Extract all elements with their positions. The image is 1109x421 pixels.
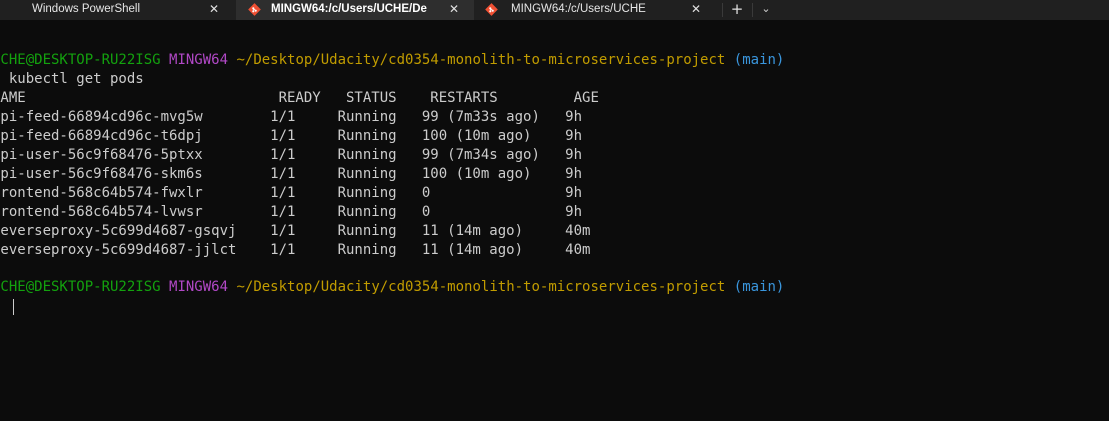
table-row: reverseproxy-5c699d4687-gsqvj 1/1 Runnin… xyxy=(0,223,591,239)
tab-mingw64-active[interactable]: MINGW64:/c/Users/UCHE/De ✕ xyxy=(236,0,474,20)
prompt-branch: (main) xyxy=(733,52,785,68)
terminal-output[interactable]: UCHE@DESKTOP-RU22ISG MINGW64 ~/Desktop/U… xyxy=(0,20,1109,421)
git-icon xyxy=(248,3,261,16)
new-tab-button[interactable]: + xyxy=(725,0,749,20)
table-header: NAME READY STATUS RESTARTS AGE xyxy=(0,90,599,106)
prompt-line: UCHE@DESKTOP-RU22ISG MINGW64 ~/Desktop/U… xyxy=(0,51,784,70)
input-prompt: $ xyxy=(0,297,9,316)
table-row: frontend-568c64b574-lvwsr 1/1 Running 0 … xyxy=(0,204,583,220)
tab-windows-powershell[interactable]: Windows PowerShell ✕ xyxy=(0,0,230,20)
prompt-system: MINGW64 xyxy=(169,279,229,295)
prompt-line: UCHE@DESKTOP-RU22ISG MINGW64 ~/Desktop/U… xyxy=(0,278,784,297)
tab-divider xyxy=(722,3,723,17)
prompt-system: MINGW64 xyxy=(169,52,229,68)
git-icon xyxy=(485,3,498,16)
table-row: api-feed-66894cd96c-t6dpj 1/1 Running 10… xyxy=(0,128,583,144)
close-icon[interactable]: ✕ xyxy=(206,1,222,17)
tab-divider xyxy=(752,3,753,17)
prompt-path: ~/Desktop/Udacity/cd0354-monolith-to-mic… xyxy=(236,279,726,295)
prompt-user: UCHE@DESKTOP-RU22ISG xyxy=(0,52,161,68)
tab-title: Windows PowerShell xyxy=(32,3,141,15)
table-row: api-user-56c9f68476-5ptxx 1/1 Running 99… xyxy=(0,147,583,163)
tab-title: MINGW64:/c/Users/UCHE xyxy=(511,3,646,15)
close-icon[interactable]: ✕ xyxy=(446,1,462,17)
text-cursor xyxy=(13,299,14,315)
table-row: reverseproxy-5c699d4687-jjlct 1/1 Runnin… xyxy=(0,242,591,258)
table-row: api-feed-66894cd96c-mvg5w 1/1 Running 99… xyxy=(0,109,583,125)
prompt-user: UCHE@DESKTOP-RU22ISG xyxy=(0,279,161,295)
tab-mingw64[interactable]: MINGW64:/c/Users/UCHE ✕ xyxy=(476,0,716,20)
tab-bar: Windows PowerShell ✕ MINGW64:/c/Users/UC… xyxy=(0,0,1109,20)
tab-title: MINGW64:/c/Users/UCHE/De xyxy=(271,3,427,15)
command-line: $ kubectl get pods xyxy=(0,71,144,87)
close-icon[interactable]: ✕ xyxy=(688,1,704,17)
chevron-down-icon[interactable]: ⌄ xyxy=(757,0,775,20)
table-row: api-user-56c9f68476-skm6s 1/1 Running 10… xyxy=(0,166,583,182)
prompt-branch: (main) xyxy=(733,279,785,295)
prompt-path: ~/Desktop/Udacity/cd0354-monolith-to-mic… xyxy=(236,52,726,68)
table-row: frontend-568c64b574-fwxlr 1/1 Running 0 … xyxy=(0,185,583,201)
